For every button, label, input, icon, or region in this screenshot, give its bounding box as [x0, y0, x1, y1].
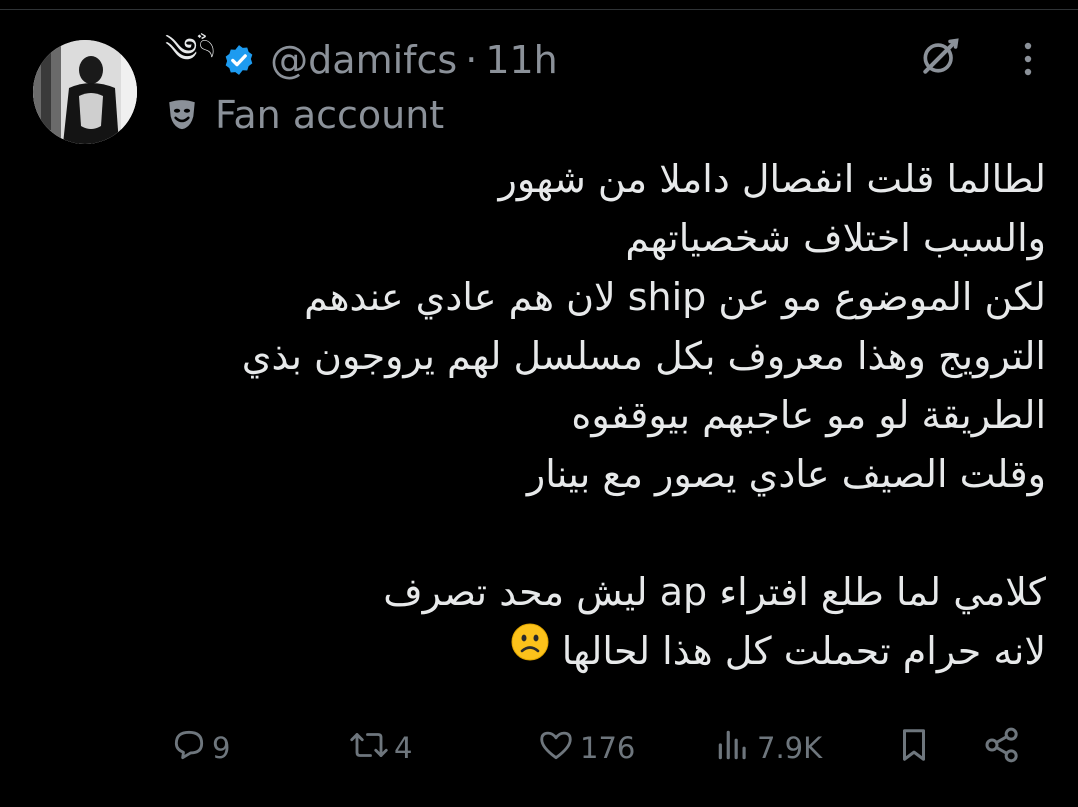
- account-label: Fan account: [165, 90, 444, 140]
- like-button[interactable]: 176: [536, 720, 635, 776]
- top-divider: [0, 0, 1078, 10]
- heart-icon: [536, 726, 576, 771]
- frowning-face-emoji-icon: [510, 620, 550, 679]
- verified-badge-icon: [222, 43, 256, 77]
- repost-count: 4: [394, 731, 413, 765]
- reply-count: 9: [212, 731, 231, 765]
- repost-icon: [348, 726, 390, 771]
- reply-icon: [170, 726, 208, 771]
- avatar[interactable]: [33, 40, 137, 144]
- tweet-line: لطالما قلت انفصال داملا من شهور: [498, 157, 1046, 201]
- theater-mask-icon: [165, 98, 199, 132]
- more-vertical-icon[interactable]: [1016, 40, 1040, 84]
- tweet-line: كلامي لما طلع افتراء ap ليش محد تصرف: [383, 570, 1046, 614]
- tweet-line: الطريقة لو مو عاجبهم بيوقفوه: [571, 393, 1046, 437]
- share-button[interactable]: [980, 720, 1024, 776]
- tweet-line: والسبب اختلاف شخصياتهم: [625, 216, 1046, 260]
- views-chart-icon: [713, 726, 753, 771]
- bookmark-icon: [895, 725, 933, 772]
- tweet-text: لطالما قلت انفصال داملا من شهور والسبب ا…: [166, 150, 1046, 681]
- timestamp[interactable]: 11h: [485, 38, 557, 82]
- user-handle[interactable]: @damifcs: [270, 38, 457, 82]
- repost-button[interactable]: 4: [348, 720, 412, 776]
- tweet-actions: 9 4 176 7.9K: [0, 720, 1078, 776]
- share-icon: [980, 725, 1024, 772]
- tweet-header: ༄ࣽ𓄹 @damifcs · 11h: [165, 31, 558, 88]
- tweet-line: لكن الموضوع مو عن ship لان هم عادي عندهم: [304, 275, 1046, 319]
- grok-icon[interactable]: [918, 35, 962, 83]
- reply-button[interactable]: 9: [170, 720, 230, 776]
- tweet-line: الترويج وهذا معروف بكل مسلسل لهم يروجون …: [241, 334, 1046, 378]
- tweet-line: وقلت الصيف عادي يصور مع بينار: [526, 452, 1046, 496]
- tweet-last-line: لانه حرام تحملت كل هذا لحالها: [166, 622, 1046, 681]
- avatar-photo: [33, 40, 137, 144]
- bookmark-button[interactable]: [895, 720, 933, 776]
- separator-dot: ·: [465, 38, 478, 82]
- tweet-line: لانه حرام تحملت كل هذا لحالها: [561, 629, 1046, 673]
- label-text: Fan account: [215, 93, 445, 137]
- like-count: 176: [580, 731, 636, 765]
- views-button[interactable]: 7.9K: [713, 720, 822, 776]
- view-count: 7.9K: [757, 731, 823, 765]
